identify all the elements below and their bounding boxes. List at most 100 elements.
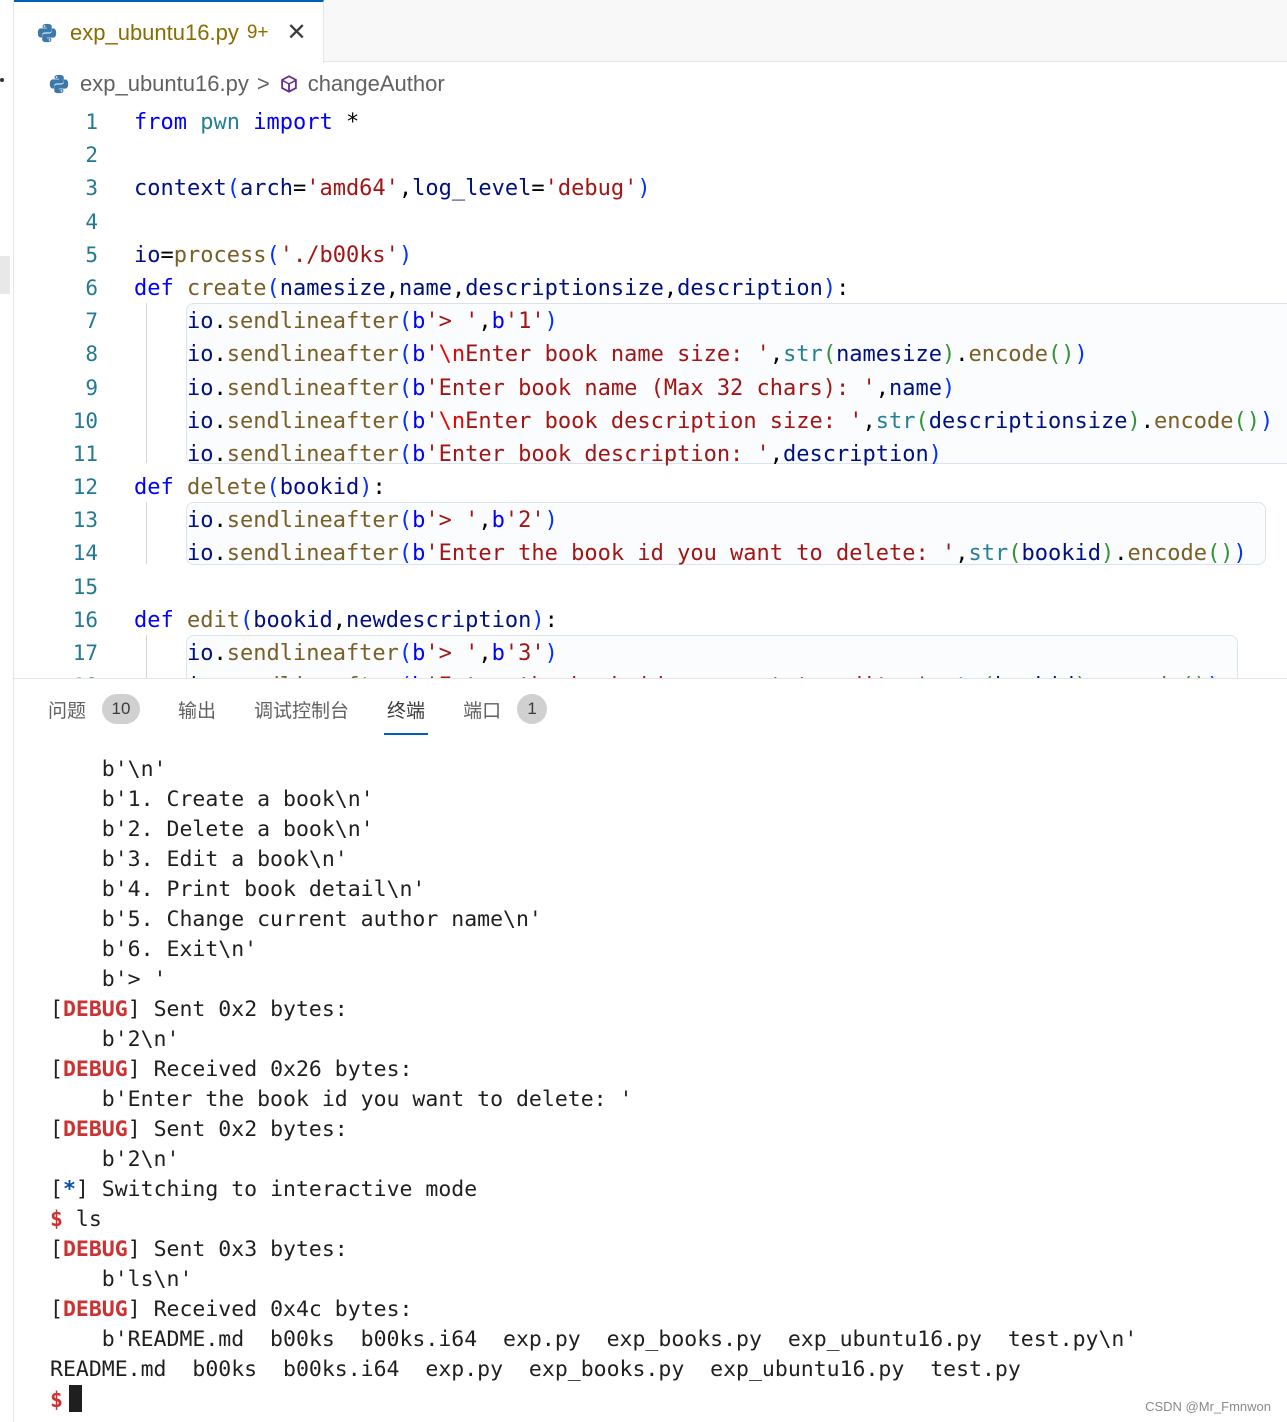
terminal-line: b'5. Change current author name\n' [50, 907, 542, 932]
breadcrumb-file[interactable]: exp_ubuntu16.py [80, 71, 249, 97]
terminal-cursor [68, 1385, 82, 1412]
terminal-line: $ ls [50, 1207, 102, 1232]
debug-tag: DEBUG [62, 1237, 128, 1262]
code-line: io.sendlineafter(b'> ',b'3') [186, 641, 558, 666]
code-line: io.sendlineafter(b'Enter the book id you… [186, 541, 1247, 567]
tab-output[interactable]: 输出 [178, 679, 216, 739]
line-number: 17 [72, 641, 98, 665]
line-number: 3 [85, 176, 98, 201]
terminal-line: b'> ' [50, 967, 167, 992]
line-number: 4 [85, 209, 98, 234]
code-line: context(arch='amd64',log_level='debug') [134, 176, 651, 202]
terminal-line: b'2\n' [50, 1027, 180, 1052]
activity-strip [0, 0, 14, 1422]
line-number: 7 [85, 309, 98, 334]
terminal-line: [DEBUG] Sent 0x3 bytes: [50, 1237, 348, 1262]
line-number: 10 [72, 408, 98, 433]
debug-tag: DEBUG [62, 1057, 128, 1082]
code-line: io.sendlineafter(b'\nEnter book name siz… [186, 342, 1088, 368]
tab-label: 输出 [178, 700, 217, 722]
line-number: 18 [14, 670, 124, 678]
info-star: * [62, 1177, 76, 1202]
line-number: 1 [85, 110, 98, 134]
line-number: 15 [72, 574, 98, 599]
terminal-line: [DEBUG] Sent 0x2 bytes: [50, 997, 348, 1022]
shell-prompt: $ [50, 1207, 63, 1232]
line-number: 11 [72, 441, 98, 466]
code-line: io.sendlineafter(b'Enter book descriptio… [186, 441, 942, 467]
code-line: io=process('./b00ks') [134, 242, 413, 268]
code-line: io.sendlineafter(b'Enter the book id you… [134, 670, 1287, 678]
code-line: def edit(bookid,newdescription): [134, 607, 558, 633]
terminal-line: [DEBUG] Received 0x4c bytes: [50, 1297, 413, 1322]
terminal-line: b'Enter the book id you want to delete: … [50, 1087, 633, 1112]
code-line: def delete(bookid): [134, 475, 386, 501]
terminal-line: [DEBUG] Sent 0x2 bytes: [50, 1117, 348, 1142]
terminal-line: b'README.md b00ks b00ks.i64 exp.py exp_b… [50, 1327, 1138, 1352]
terminal-line: b'3. Edit a book\n' [50, 847, 348, 872]
debug-tag: DEBUG [62, 1297, 128, 1322]
line-number: 5 [85, 242, 98, 267]
tab-problems[interactable]: 问题 10 [48, 679, 141, 739]
code-editor[interactable]: 1 2 3 4 5 6 7 8 9 10 11 12 13 14 15 16 1… [14, 106, 1287, 678]
bottom-panel: 问题 10 输出 调试控制台 终端 端口 1 b'\n' b'1. Create… [14, 678, 1287, 1422]
line-number: 12 [72, 475, 98, 500]
editor-tab-exp-ubuntu16[interactable]: exp_ubuntu16.py 9+ ✕ [14, 0, 324, 63]
terminal-line: [DEBUG] Received 0x26 bytes: [50, 1057, 413, 1082]
shell-prompt: $ [50, 1388, 63, 1413]
code-line: from pwn import * [134, 110, 360, 135]
method-cube-icon [280, 75, 297, 93]
terminal-line: b'4. Print book detail\n' [50, 877, 426, 902]
line-number: 16 [72, 607, 98, 632]
code-line: def create(namesize,name,descriptionsize… [134, 275, 850, 301]
problem-count-badge: 9+ [246, 21, 269, 43]
terminal-line: b'6. Exit\n' [50, 937, 258, 962]
terminal-line: b'\n' [50, 757, 167, 782]
line-number: 6 [85, 275, 98, 300]
tab-label: 问题 [48, 700, 87, 722]
chevron-right-icon: > [256, 71, 270, 96]
tab-label: 端口 [463, 700, 502, 722]
explorer-marker [0, 256, 10, 294]
tab-label: 调试控制台 [254, 700, 350, 722]
terminal-line: b'ls\n' [50, 1267, 193, 1292]
code-lines: from pwn import * context(arch='amd64',l… [134, 106, 1287, 678]
panel-tab-bar: 问题 10 输出 调试控制台 终端 端口 1 [14, 679, 1287, 739]
breadcrumb-symbol[interactable]: changeAuthor [308, 71, 445, 97]
tab-ports[interactable]: 端口 1 [463, 679, 548, 739]
terminal-line: README.md b00ks b00ks.i64 exp.py exp_boo… [50, 1357, 1021, 1382]
line-number-gutter: 1 2 3 4 5 6 7 8 9 10 11 12 13 14 15 16 1… [14, 106, 124, 678]
code-line: io.sendlineafter(b'\nEnter book descript… [186, 408, 1274, 434]
indicator-dot [0, 78, 4, 82]
editor-tab-bar: exp_ubuntu16.py 9+ ✕ [14, 0, 1287, 63]
terminal-line: [*] Switching to interactive mode [50, 1177, 478, 1202]
debug-tag: DEBUG [62, 1117, 128, 1142]
tab-label: 终端 [387, 700, 426, 722]
terminal-line: $ [50, 1385, 1287, 1415]
terminal-output[interactable]: b'\n' b'1. Create a book\n' b'2. Delete … [50, 755, 1287, 1415]
tab-debug-console[interactable]: 调试控制台 [254, 679, 349, 739]
python-file-icon [49, 74, 69, 94]
code-line: io.sendlineafter(b'> ',b'2') [186, 508, 558, 534]
tab-filename: exp_ubuntu16.py [70, 19, 239, 45]
problems-count-badge: 10 [102, 694, 141, 724]
debug-tag: DEBUG [62, 997, 128, 1022]
ports-count-badge: 1 [517, 694, 548, 724]
tab-terminal[interactable]: 终端 [384, 679, 429, 739]
terminal-line: b'1. Create a book\n' [50, 787, 374, 812]
line-number: 9 [85, 375, 98, 400]
line-number: 8 [85, 342, 98, 367]
code-line: io.sendlineafter(b'Enter book name (Max … [186, 375, 956, 401]
line-number: 14 [72, 541, 98, 566]
code-line: io.sendlineafter(b'> ',b'1') [186, 309, 558, 335]
python-file-icon [37, 23, 57, 42]
close-icon[interactable]: ✕ [287, 18, 307, 47]
breadcrumb: exp_ubuntu16.py > changeAuthor [14, 62, 1287, 106]
line-number: 2 [85, 143, 98, 168]
terminal-line: b'2. Delete a book\n' [50, 817, 374, 842]
line-number: 13 [72, 508, 98, 533]
terminal-line: b'2\n' [50, 1147, 180, 1172]
